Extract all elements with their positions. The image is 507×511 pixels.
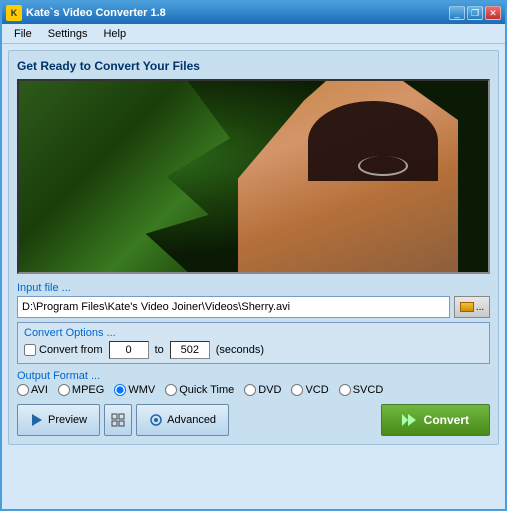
file-path-input[interactable] [17, 296, 450, 318]
format-vcd[interactable]: VCD [291, 384, 328, 396]
format-avi[interactable]: AVI [17, 384, 48, 396]
grid-button[interactable] [104, 404, 132, 436]
convert-options-box: Convert Options ... Convert from to (sec… [17, 322, 490, 364]
title-bar-left: K Kate`s Video Converter 1.8 [6, 5, 166, 21]
file-input-row: ... [17, 296, 490, 318]
left-button-group: Preview Advanced [17, 404, 229, 436]
menu-bar: File Settings Help [2, 24, 505, 44]
format-quicktime[interactable]: Quick Time [165, 384, 234, 396]
radio-wmv[interactable] [114, 384, 126, 396]
format-wmv[interactable]: WMV [114, 384, 155, 396]
convert-to-input[interactable] [170, 341, 210, 359]
app-icon: K [6, 5, 22, 21]
section-title: Get Ready to Convert Your Files [17, 59, 490, 73]
radio-mpeg[interactable] [58, 384, 70, 396]
format-dvd[interactable]: DVD [244, 384, 281, 396]
convert-from-input[interactable] [109, 341, 149, 359]
format-svcd[interactable]: SVCD [339, 384, 384, 396]
output-format-box: Output Format ... AVI MPEG WMV Quick Tim… [17, 370, 490, 396]
radio-vcd[interactable] [291, 384, 303, 396]
fast-forward-icon [402, 413, 418, 427]
window-title: Kate`s Video Converter 1.8 [26, 7, 166, 19]
video-preview [17, 79, 490, 274]
browse-button[interactable]: ... [454, 296, 490, 318]
grid-icon [111, 413, 125, 427]
bottom-buttons: Preview Advanced [17, 404, 490, 436]
output-format-label: Output Format ... [17, 370, 490, 382]
convert-from-checkbox[interactable] [24, 344, 36, 356]
radio-avi[interactable] [17, 384, 29, 396]
title-buttons: _ ❐ ✕ [449, 6, 501, 20]
menu-settings[interactable]: Settings [40, 26, 96, 42]
radio-quicktime[interactable] [165, 384, 177, 396]
format-radio-group: AVI MPEG WMV Quick Time DVD [17, 384, 490, 396]
app-window: K Kate`s Video Converter 1.8 _ ❐ ✕ File … [0, 0, 507, 511]
convert-options-row: Convert from to (seconds) [24, 341, 483, 359]
close-button[interactable]: ✕ [485, 6, 501, 20]
menu-file[interactable]: File [6, 26, 40, 42]
input-file-label: Input file ... [17, 282, 490, 294]
preview-button[interactable]: Preview [17, 404, 100, 436]
seconds-label: (seconds) [216, 344, 264, 356]
advanced-button[interactable]: Advanced [136, 404, 229, 436]
radio-svcd[interactable] [339, 384, 351, 396]
main-content: Get Ready to Convert Your Files Input fi… [8, 50, 499, 445]
advanced-icon [149, 413, 163, 427]
folder-icon [460, 302, 474, 312]
radio-dvd[interactable] [244, 384, 256, 396]
menu-help[interactable]: Help [95, 26, 134, 42]
minimize-button[interactable]: _ [449, 6, 465, 20]
convert-button[interactable]: Convert [381, 404, 490, 436]
play-icon [30, 413, 44, 427]
format-mpeg[interactable]: MPEG [58, 384, 104, 396]
input-section: Input file ... ... [17, 282, 490, 318]
convert-from-checkbox-label[interactable]: Convert from [24, 344, 103, 356]
title-bar: K Kate`s Video Converter 1.8 _ ❐ ✕ [2, 2, 505, 24]
restore-button[interactable]: ❐ [467, 6, 483, 20]
convert-options-label: Convert Options ... [24, 327, 483, 339]
